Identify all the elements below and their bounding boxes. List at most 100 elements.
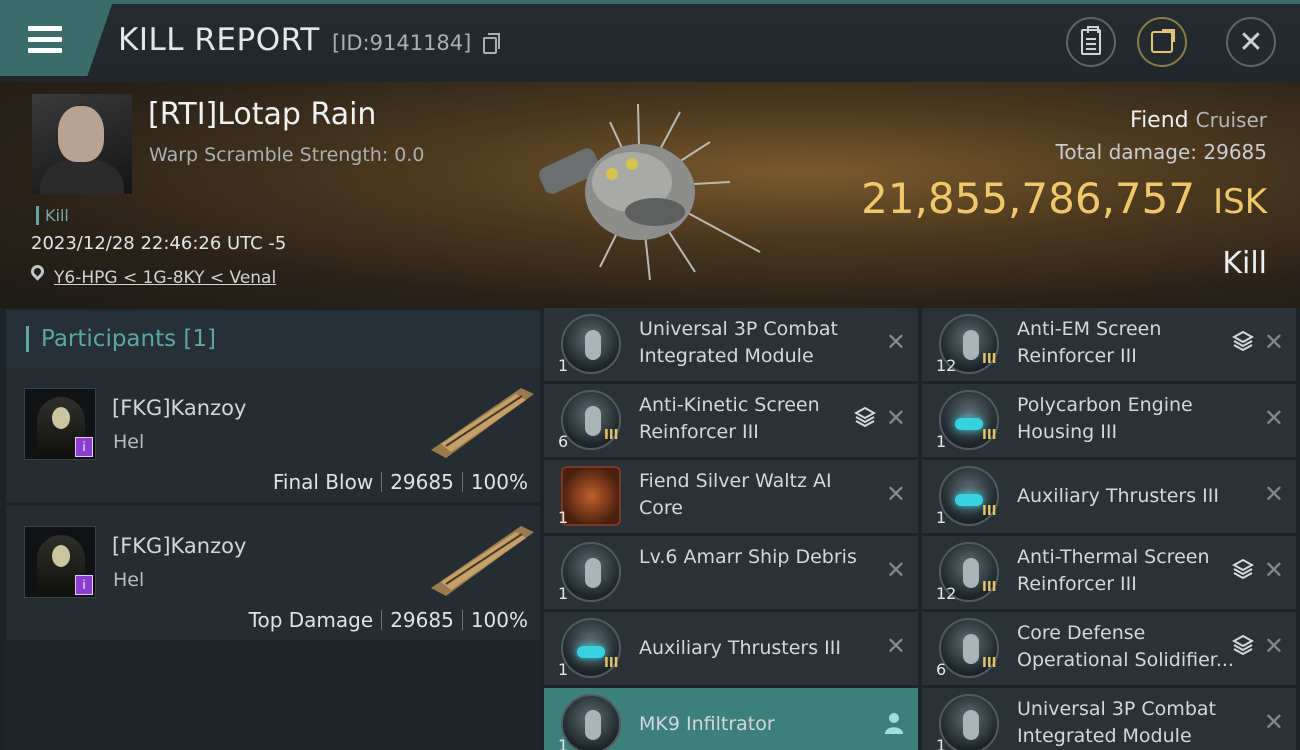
- victim-ship-image: [539, 103, 761, 281]
- item-label: MK9 Infiltrator: [639, 713, 775, 735]
- close-icon[interactable]: ✕: [1264, 328, 1284, 356]
- item-row[interactable]: 1 Universal 3P Combat Integrated Module …: [544, 308, 918, 381]
- close-icon[interactable]: ✕: [886, 480, 906, 508]
- share-icon: [1151, 29, 1175, 53]
- item-label: Anti-EM Screen Reinforcer III: [1017, 318, 1162, 367]
- participant-ship-image: [431, 526, 534, 596]
- item-label: Anti-Thermal Screen Reinforcer III: [1017, 546, 1210, 595]
- total-damage-line: Total damage: 29685: [1056, 140, 1267, 164]
- kill-result: Kill: [1222, 246, 1267, 281]
- copy-icon[interactable]: [483, 33, 500, 54]
- clipboard-icon: [1081, 26, 1101, 55]
- hamburger-icon-bar: [28, 48, 62, 53]
- close-icon[interactable]: ✕: [1264, 632, 1284, 660]
- participant-name: [FKG]Kanzoy: [112, 396, 247, 420]
- ship-class: Cruiser: [1195, 108, 1267, 132]
- item-quantity: 1: [558, 508, 569, 527]
- participant-ship: Hel: [113, 431, 145, 453]
- close-icon[interactable]: ✕: [1264, 480, 1284, 508]
- top-bar: KILL REPORT [ID:9141184] ✕: [0, 0, 1300, 82]
- item-row[interactable]: 1 III Auxiliary Thrusters III ✕: [544, 612, 918, 685]
- location-link[interactable]: Y6-HPG < 1G-8KY < Venal: [54, 268, 276, 288]
- stack-icon[interactable]: [1232, 634, 1254, 656]
- participant-card[interactable]: i [FKG]Kanzoy Hel Final Blow 29685 100%: [6, 368, 540, 502]
- victim-banner: [RTI]Lotap Rain Warp Scramble Strength: …: [0, 82, 1300, 308]
- close-icon[interactable]: ✕: [1264, 556, 1284, 584]
- participant-avatar[interactable]: i: [24, 388, 96, 460]
- dropped-items-grid: 1 Universal 3P Combat Integrated Module …: [544, 308, 1300, 750]
- item-tier: III: [982, 428, 997, 443]
- item-label: Auxiliary Thrusters III: [639, 637, 841, 659]
- close-button[interactable]: ✕: [1226, 17, 1276, 67]
- participant-ship: Hel: [113, 569, 145, 591]
- item-label: Universal 3P Combat Integrated Module: [1017, 698, 1216, 747]
- participant-percent: 100%: [470, 470, 528, 494]
- item-row[interactable]: 12 III Anti-EM Screen Reinforcer III ✕: [922, 308, 1296, 381]
- kill-datetime: 2023/12/28 22:46:26 UTC -5: [31, 233, 287, 254]
- item-row[interactable]: 1 Lv.6 Amarr Ship Debris ✕: [544, 536, 918, 609]
- item-tier: III: [604, 656, 619, 671]
- victim-portrait[interactable]: [32, 94, 132, 194]
- stack-icon[interactable]: [854, 406, 876, 428]
- item-quantity: 6: [558, 432, 569, 451]
- combat-module-icon: [939, 694, 999, 750]
- close-icon[interactable]: ✕: [1264, 404, 1284, 432]
- top-accent-line: [0, 0, 1300, 4]
- drone-icon: [561, 694, 621, 750]
- participant-card[interactable]: i [FKG]Kanzoy Hel Top Damage 29685 100%: [6, 506, 540, 640]
- kill-report-screen: KILL REPORT [ID:9141184] ✕ [RTI]Lotap Ra…: [0, 0, 1300, 750]
- stack-icon[interactable]: [1232, 558, 1254, 580]
- participants-title: Participants [1]: [26, 326, 216, 352]
- combat-module-icon: [561, 314, 621, 374]
- item-label: Auxiliary Thrusters III: [1017, 485, 1219, 507]
- item-row[interactable]: 1 III Polycarbon Engine Housing III ✕: [922, 384, 1296, 457]
- item-row[interactable]: 6 III Anti-Kinetic Screen Reinforcer III…: [544, 384, 918, 457]
- page-title: KILL REPORT: [118, 22, 320, 58]
- item-tier: III: [982, 352, 997, 367]
- report-button[interactable]: [1066, 17, 1116, 67]
- close-icon[interactable]: ✕: [886, 328, 906, 356]
- close-icon[interactable]: ✕: [886, 632, 906, 660]
- close-icon[interactable]: ✕: [886, 556, 906, 584]
- participant-stats: Final Blow 29685 100%: [273, 470, 528, 494]
- participants-panel: Participants [1] i [FKG]Kanzoy Hel Final…: [6, 310, 540, 750]
- total-damage-label: Total damage:: [1055, 140, 1198, 164]
- participants-header: Participants [1]: [6, 310, 540, 368]
- item-quantity: 1: [558, 584, 569, 603]
- item-tier: III: [604, 428, 619, 443]
- item-quantity: 12: [936, 584, 957, 603]
- item-quantity: 1: [936, 432, 947, 451]
- share-button[interactable]: [1137, 17, 1187, 67]
- close-icon[interactable]: ✕: [886, 404, 906, 432]
- participant-avatar[interactable]: i: [24, 526, 96, 598]
- item-quantity: 12: [936, 356, 957, 375]
- ship-debris-icon: [561, 542, 621, 602]
- item-label: Core Defense Operational Solidifier...: [1017, 622, 1234, 671]
- item-quantity: 1: [558, 660, 569, 679]
- item-row[interactable]: 6 III Core Defense Operational Solidifie…: [922, 612, 1296, 685]
- menu-button[interactable]: [0, 4, 112, 76]
- hamburger-icon-bar: [28, 37, 62, 42]
- rank-badge-icon: i: [75, 575, 93, 595]
- ship-name: Fiend: [1130, 108, 1189, 133]
- stack-icon[interactable]: [1232, 330, 1254, 352]
- item-label: Anti-Kinetic Screen Reinforcer III: [639, 394, 820, 443]
- item-row-selected[interactable]: 1 MK9 Infiltrator: [544, 688, 918, 750]
- item-row[interactable]: 12 III Anti-Thermal Screen Reinforcer II…: [922, 536, 1296, 609]
- item-label: Fiend Silver Waltz AI Core: [639, 470, 832, 519]
- close-icon[interactable]: ✕: [1264, 708, 1284, 736]
- item-label: Lv.6 Amarr Ship Debris: [639, 546, 857, 568]
- pilot-icon[interactable]: [884, 712, 904, 734]
- item-row[interactable]: 1 Universal 3P Combat Integrated Module …: [922, 688, 1296, 750]
- item-tier: III: [982, 504, 997, 519]
- item-label: Polycarbon Engine Housing III: [1017, 394, 1193, 443]
- isk-value: 21,855,786,757: [861, 174, 1196, 223]
- item-row[interactable]: 1 III Auxiliary Thrusters III ✕: [922, 460, 1296, 533]
- victim-name[interactable]: [RTI]Lotap Rain: [148, 97, 376, 132]
- isk-unit: ISK: [1213, 182, 1267, 222]
- item-row[interactable]: 1 Fiend Silver Waltz AI Core ✕: [544, 460, 918, 533]
- warp-scramble-strength: Warp Scramble Strength: 0.0: [149, 144, 425, 166]
- participant-role: Final Blow: [272, 470, 374, 494]
- item-label: Universal 3P Combat Integrated Module: [639, 318, 838, 367]
- ship-name-line: Fiend Cruiser: [1130, 108, 1267, 133]
